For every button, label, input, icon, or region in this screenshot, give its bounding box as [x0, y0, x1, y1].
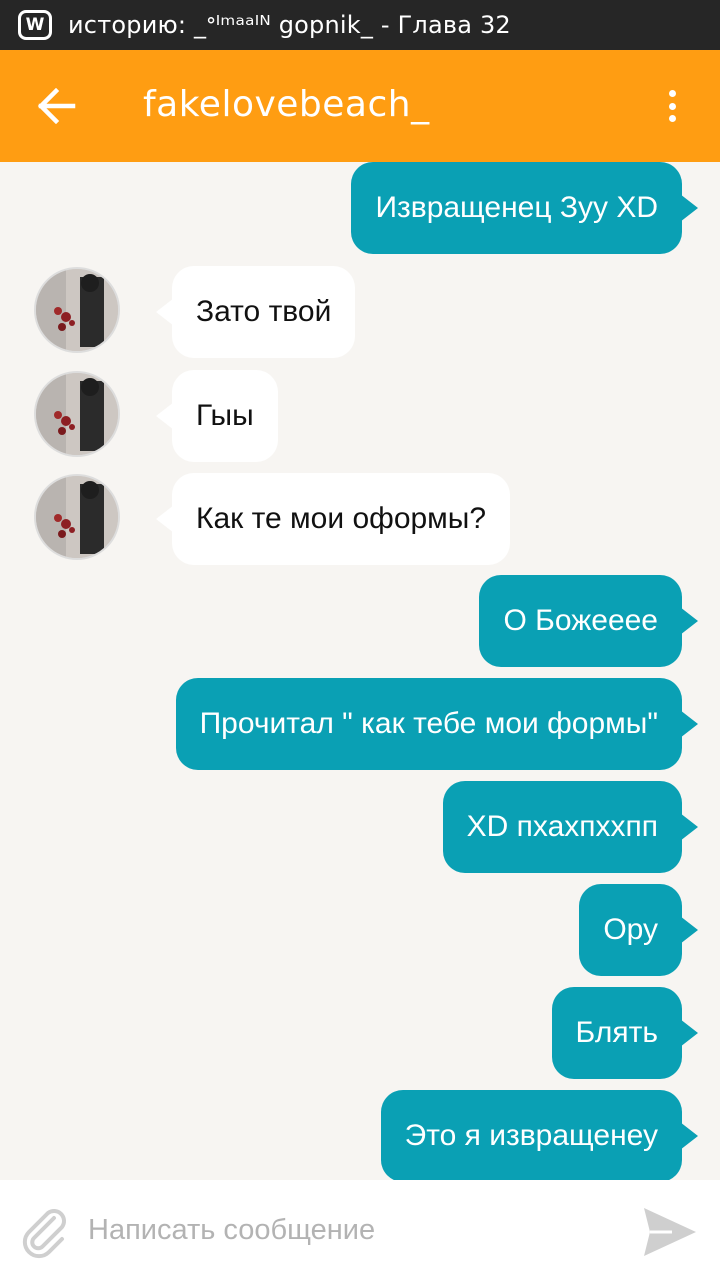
status-bar: W историю: _ᐤᴵᵐᵃᵃᴵᴺ gopnik_ - Глава 32	[0, 0, 720, 50]
message-composer	[0, 1180, 720, 1280]
message-text: Гыы	[196, 399, 254, 432]
wattpad-logo-icon: W	[18, 10, 52, 40]
chat-title: fakelovebeach_	[143, 84, 430, 125]
message-bubble-outgoing: Извращенец Зуу XD	[351, 162, 698, 254]
paperclip-icon[interactable]	[18, 1204, 74, 1260]
message-bubble-outgoing: XD пхахпххпп	[442, 781, 699, 873]
more-vertical-icon[interactable]	[656, 86, 688, 126]
message-bubble-outgoing: Ору	[579, 884, 698, 976]
message-text: XD пхахпххпп	[466, 810, 658, 843]
message-bubble-outgoing: Блять	[551, 987, 699, 1079]
avatar[interactable]	[34, 474, 120, 560]
avatar[interactable]	[34, 371, 120, 457]
send-icon[interactable]	[640, 1204, 700, 1260]
message-text: Это я извращенеу	[404, 1119, 658, 1152]
message-input[interactable]	[88, 1208, 608, 1252]
message-list[interactable]: Извращенец Зуу XD Зато твой Гыы Как те м…	[0, 162, 720, 1180]
message-text: Как те мои оформы?	[196, 502, 487, 535]
message-bubble-incoming: Гыы	[156, 370, 278, 462]
message-text: Прочитал " как тебе мои формы"	[199, 707, 658, 740]
message-text: Блять	[575, 1016, 658, 1049]
message-text: Извращенец Зуу XD	[375, 191, 658, 224]
message-text: Ору	[603, 913, 658, 946]
notification-text: историю: _ᐤᴵᵐᵃᵃᴵᴺ gopnik_ - Глава 32	[68, 11, 511, 39]
message-bubble-incoming: Как те мои оформы?	[155, 473, 511, 565]
message-bubble-outgoing: Прочитал " как тебе мои формы"	[175, 678, 699, 770]
message-text: О Божееее	[503, 604, 658, 637]
app-bar: fakelovebeach_	[0, 50, 720, 162]
message-bubble-outgoing: О Божееее	[479, 575, 698, 667]
message-text: Зато твой	[196, 295, 332, 328]
message-bubble-outgoing: Это я извращенеу	[380, 1090, 699, 1180]
avatar[interactable]	[34, 267, 120, 353]
back-arrow-icon[interactable]	[36, 87, 76, 125]
message-bubble-incoming: Зато твой	[155, 266, 356, 358]
